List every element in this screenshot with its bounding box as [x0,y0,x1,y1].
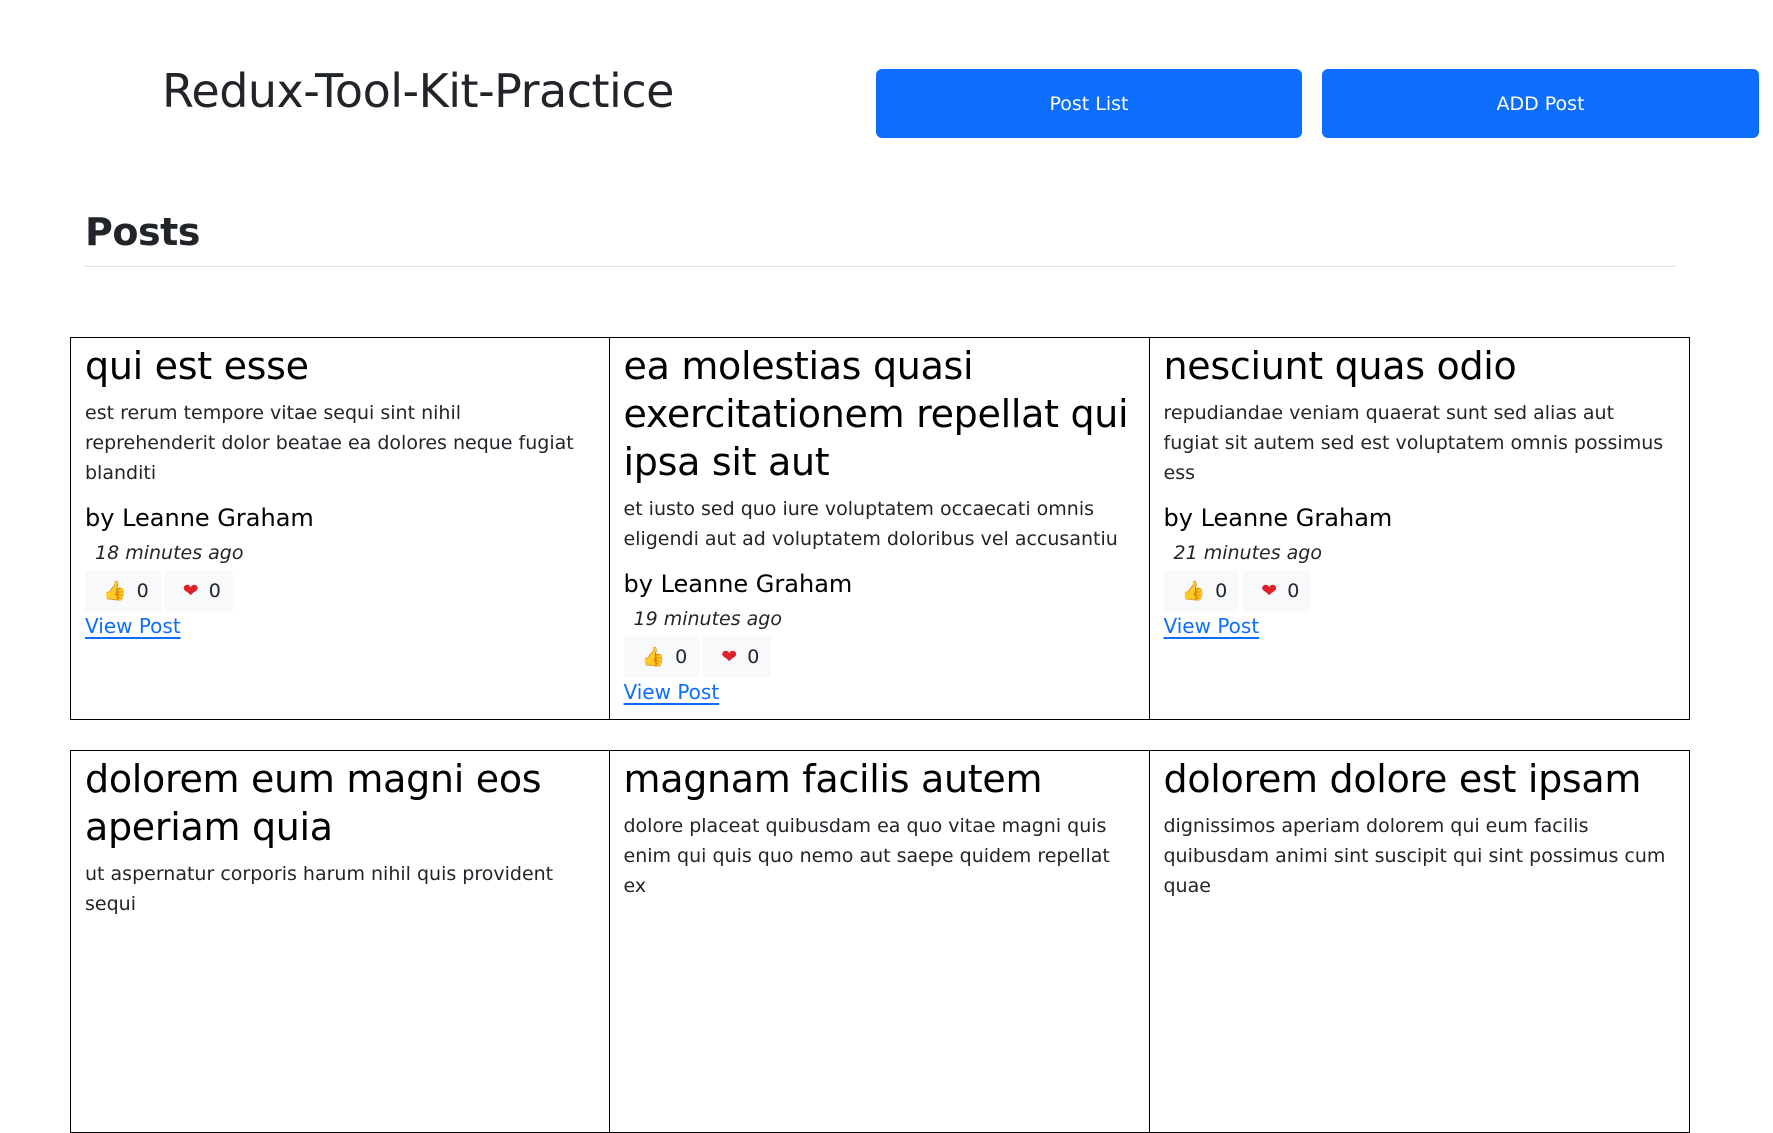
view-post-link[interactable]: View Post [1164,614,1260,638]
view-post-link[interactable]: View Post [85,614,181,638]
post-card: magnam facilis autem dolore placeat quib… [608,750,1150,1133]
add-post-button[interactable]: ADD Post [1322,69,1759,138]
post-title: qui est esse [85,344,309,388]
post-timestamp: 18 minutes ago [95,542,244,564]
thumbs-up-count: 0 [675,646,688,668]
post-card: qui est esse est rerum tempore vitae seq… [70,337,610,720]
app-header: Redux-Tool-Kit-Practice Post List ADD Po… [0,0,1773,160]
post-card: dolorem eum magni eos aperiam quia ut as… [70,750,610,1133]
post-title: ea molestias quasi exercitationem repell… [623,344,1129,484]
post-title: nesciunt quas odio [1163,344,1517,388]
heart-button[interactable]: ❤ 0 [703,636,772,678]
heart-icon: ❤ [721,645,738,668]
thumbs-up-count: 0 [1215,580,1228,602]
post-card: ea molestias quasi exercitationem repell… [608,337,1150,720]
post-list-button[interactable]: Post List [876,69,1302,138]
section-divider [85,266,1675,267]
post-card: dolorem dolore est ipsam dignissimos ape… [1148,750,1690,1133]
thumbs-up-button[interactable]: 👍 0 [85,570,161,612]
thumbs-up-icon: 👍 [1181,579,1206,602]
post-title: magnam facilis autem [623,757,1043,801]
post-author: by Leanne Graham [1163,504,1393,532]
post-timestamp: 19 minutes ago [633,608,783,630]
heart-icon: ❤ [1261,579,1278,602]
reaction-buttons: 👍 0 ❤ 0 [623,636,1136,678]
post-author: by Leanne Graham [85,504,314,532]
post-title: dolorem eum magni eos aperiam quia [85,757,542,849]
reaction-buttons: 👍 0 ❤ 0 [1163,570,1676,612]
post-excerpt: est rerum tempore vitae sequi sint nihil… [85,402,574,484]
post-excerpt: repudiandae veniam quaerat sunt sed alia… [1163,402,1664,484]
post-excerpt: dolore placeat quibusdam ea quo vitae ma… [623,815,1110,897]
thumbs-up-button[interactable]: 👍 0 [623,636,700,678]
heart-count: 0 [1287,580,1300,602]
thumbs-up-button[interactable]: 👍 0 [1163,570,1240,612]
posts-grid: qui est esse est rerum tempore vitae seq… [70,337,1690,1133]
post-excerpt: dignissimos aperiam dolorem qui eum faci… [1163,815,1666,897]
post-excerpt: et iusto sed quo iure voluptatem occaeca… [623,498,1118,550]
post-timestamp: 21 minutes ago [1173,542,1323,564]
thumbs-up-icon: 👍 [103,579,127,602]
post-author: by Leanne Graham [623,570,853,598]
post-card: nesciunt quas odio repudiandae veniam qu… [1148,337,1690,720]
thumbs-up-count: 0 [136,580,149,602]
heart-count: 0 [747,646,760,668]
section-title: Posts [85,210,200,254]
app-title: Redux-Tool-Kit-Practice [162,64,674,118]
heart-button[interactable]: ❤ 0 [1243,570,1312,612]
heart-icon: ❤ [182,579,199,602]
thumbs-up-icon: 👍 [641,645,666,668]
post-excerpt: ut aspernatur corporis harum nihil quis … [85,863,554,915]
post-title: dolorem dolore est ipsam [1163,757,1642,801]
heart-button[interactable]: ❤ 0 [164,570,233,612]
reaction-buttons: 👍 0 ❤ 0 [85,570,595,612]
heart-count: 0 [208,580,221,602]
view-post-link[interactable]: View Post [624,680,720,704]
